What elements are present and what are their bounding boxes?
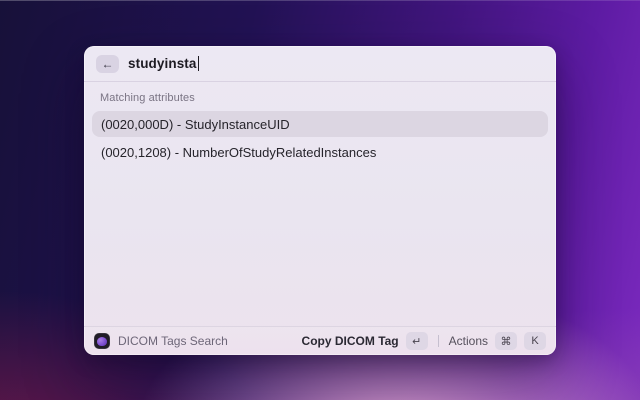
- footer-divider: [437, 335, 439, 347]
- k-key-badge[interactable]: K: [524, 332, 546, 350]
- screen-top-edge: [0, 0, 640, 1]
- return-key-badge[interactable]: ↵: [405, 332, 428, 350]
- search-input[interactable]: studyinsta: [128, 56, 200, 71]
- result-row-studyinstanceuid[interactable]: (0020,000D) - StudyInstanceUID: [92, 111, 548, 137]
- app-name: DICOM Tags Search: [118, 334, 228, 348]
- back-button[interactable]: ←: [96, 54, 119, 73]
- actions-menu-button[interactable]: Actions: [449, 334, 488, 348]
- result-label: (0020,000D) - StudyInstanceUID: [101, 116, 290, 132]
- launcher-window: ← studyinsta Matching attributes (0020,0…: [84, 46, 556, 355]
- back-arrow-icon: ←: [101, 56, 114, 71]
- text-caret: [197, 56, 200, 71]
- app-chip: DICOM Tags Search: [94, 333, 228, 349]
- command-key-badge[interactable]: ⌘: [495, 332, 517, 350]
- copy-dicom-tag-button[interactable]: Copy DICOM Tag: [302, 334, 399, 348]
- results-list: Matching attributes (0020,000D) - StudyI…: [84, 82, 556, 326]
- result-label: (0020,1208) - NumberOfStudyRelatedInstan…: [101, 144, 377, 160]
- section-header: Matching attributes: [100, 92, 195, 104]
- brain-logo-icon: [94, 333, 110, 349]
- search-query-text: studyinsta: [128, 56, 197, 71]
- result-row-numberofstudyrelatedinstances[interactable]: (0020,1208) - NumberOfStudyRelatedInstan…: [92, 139, 548, 165]
- action-bar: DICOM Tags Search Copy DICOM Tag ↵ Actio…: [84, 326, 556, 355]
- search-bar[interactable]: ← studyinsta: [84, 46, 556, 82]
- footer-actions: Copy DICOM Tag ↵ Actions ⌘ K: [302, 332, 546, 350]
